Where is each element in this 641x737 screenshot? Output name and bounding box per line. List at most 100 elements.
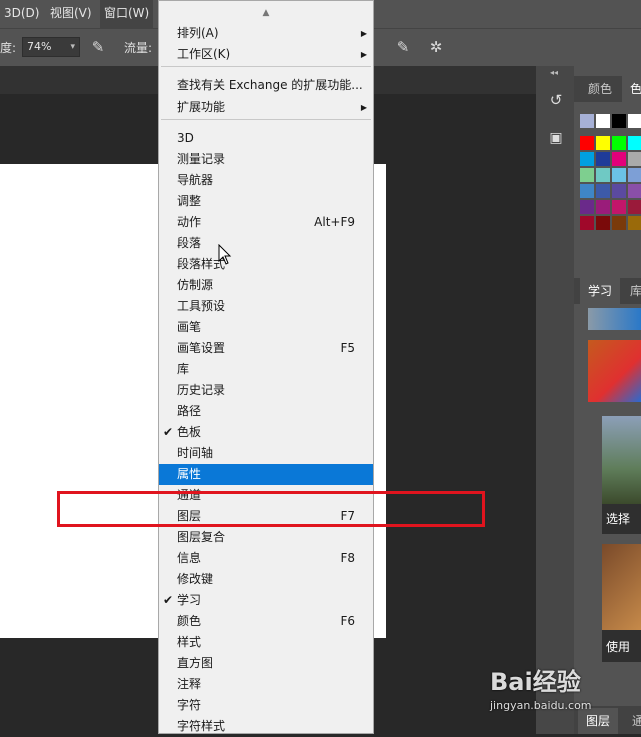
menu-item[interactable]: 查找有关 Exchange 的扩展功能...	[159, 75, 373, 96]
menu-item-label: 工作区(K)	[177, 47, 231, 61]
symmetry-icon[interactable]: ✲	[426, 37, 446, 57]
learn-thumbnail[interactable]	[588, 340, 641, 402]
mouse-cursor-icon	[218, 244, 232, 265]
menu-item-label: 扩展功能	[177, 100, 226, 114]
menu-window[interactable]: 窗口(W)	[100, 0, 154, 28]
menu-item[interactable]: 颜色 F6	[159, 611, 373, 632]
menu-item-label: 历史记录	[177, 383, 226, 397]
learn-card-image	[602, 544, 641, 630]
menu-item-label: 时间轴	[177, 446, 214, 460]
submenu-arrow-icon: ▶	[360, 50, 367, 59]
menu-item[interactable]: 工作区(K) ▶	[159, 44, 373, 65]
menu-item[interactable]: 样式	[159, 632, 373, 653]
menu-item[interactable]: 3D	[159, 128, 373, 149]
menu-item[interactable]: 库	[159, 359, 373, 380]
menu-item[interactable]: 修改键	[159, 569, 373, 590]
submenu-arrow-icon: ▶	[360, 103, 367, 112]
annotation-highlight-box	[57, 491, 485, 527]
menu-item-label: 属性	[177, 467, 202, 481]
tab-learn[interactable]: 学习	[580, 278, 621, 304]
learn-card-image	[602, 416, 641, 504]
menu-item-label: 路径	[177, 404, 202, 418]
right-panel: 颜色 色 学习 库 选择 使用 图层 通	[574, 66, 641, 734]
menu-item[interactable]: 时间轴	[159, 443, 373, 464]
3d-panel-icon[interactable]: ▣	[544, 126, 568, 150]
checkmark-icon: ✔	[163, 593, 174, 607]
tab-library-partial[interactable]: 库	[622, 278, 641, 304]
swatches-grid	[580, 114, 641, 230]
menu-item[interactable]: 排列(A) ▶	[159, 23, 373, 44]
menu-item[interactable]: 段落样式	[159, 254, 373, 275]
menu-item-label: 工具预设	[177, 299, 226, 313]
menu-item[interactable]: 画笔设置 F5	[159, 338, 373, 359]
menu-item-label: 排列(A)	[177, 26, 219, 40]
menu-item[interactable]: 段落	[159, 233, 373, 254]
menu-item-label: 图层复合	[177, 530, 226, 544]
checkmark-icon: ✔	[163, 425, 174, 439]
learn-card[interactable]: 选择	[602, 416, 641, 534]
panel-icon-strip: ◂◂ ↺ ▣	[536, 66, 574, 734]
swatch[interactable]	[596, 114, 610, 128]
menu-item[interactable]: 调整	[159, 191, 373, 212]
opacity-value: 74%	[27, 40, 52, 53]
menu-item-label: 库	[177, 362, 190, 376]
menu-item-shortcut: Alt+F9	[314, 215, 355, 229]
menu-item[interactable]: 属性	[159, 464, 373, 485]
menu-item[interactable]: 导航器	[159, 170, 373, 191]
menu-item-label: 信息	[177, 551, 202, 565]
menu-item-shortcut: F6	[340, 614, 355, 628]
menu-item-label: 导航器	[177, 173, 214, 187]
menu-item-label: 动作	[177, 215, 202, 229]
opacity-input[interactable]: 74% ▾	[22, 37, 80, 57]
menu-item[interactable]: 注释	[159, 674, 373, 695]
menu-item-label: 注释	[177, 677, 202, 691]
menu-item[interactable]: ✔ 色板	[159, 422, 373, 443]
menu-item-label: 颜色	[177, 614, 202, 628]
menu-item-label: 段落	[177, 236, 202, 250]
menu-separator	[161, 66, 371, 67]
menu-item[interactable]: 字符	[159, 695, 373, 716]
learn-card-title: 选择	[606, 512, 631, 526]
menu-item-label: 样式	[177, 635, 202, 649]
scroll-up-icon[interactable]: ▲	[159, 3, 373, 23]
learn-tabs: 学习 库	[574, 278, 641, 304]
window-menu-dropdown: ▲ 排列(A) ▶ 工作区(K) ▶ 查找有关 Exchange 的扩展功能... 扩展功…	[158, 0, 374, 734]
menu-item[interactable]: 工具预设	[159, 296, 373, 317]
menu-item-label: 修改键	[177, 572, 214, 586]
menu-view[interactable]: 视图(V)	[50, 0, 92, 28]
menu-item-label: 仿制源	[177, 278, 214, 292]
menu-item[interactable]: 直方图	[159, 653, 373, 674]
menu-item-label: 字符	[177, 698, 202, 712]
watermark: Bai经验 jingyan.baidu.com	[490, 662, 640, 722]
menu-item[interactable]: 历史记录	[159, 380, 373, 401]
learn-thumbnail[interactable]	[588, 308, 641, 330]
chevron-down-icon: ▾	[70, 42, 75, 52]
menu-item[interactable]: 仿制源	[159, 275, 373, 296]
learn-card-title: 使用	[606, 640, 631, 654]
menu-item-label: 色板	[177, 425, 202, 439]
history-panel-icon[interactable]: ↺	[544, 88, 568, 112]
menu-3d[interactable]: 3D(D)	[4, 0, 39, 28]
menu-item[interactable]: 动作 Alt+F9	[159, 212, 373, 233]
menu-item[interactable]: 信息 F8	[159, 548, 373, 569]
swatch[interactable]	[612, 114, 626, 128]
menu-separator	[161, 119, 371, 120]
tab-color[interactable]: 颜色	[580, 76, 620, 102]
menu-item[interactable]: 扩展功能 ▶	[159, 97, 373, 118]
tab-color-partial[interactable]: 色	[622, 76, 641, 102]
collapse-icon[interactable]: ◂◂	[550, 68, 558, 77]
watermark-url: jingyan.baidu.com	[490, 699, 592, 712]
menu-item[interactable]: 图层复合	[159, 527, 373, 548]
menu-item[interactable]: 测量记录	[159, 149, 373, 170]
menu-item[interactable]: 路径	[159, 401, 373, 422]
menu-item[interactable]: 画笔	[159, 317, 373, 338]
menu-item-shortcut: F5	[340, 341, 355, 355]
airbrush-icon[interactable]: ✎	[393, 37, 413, 57]
pressure-opacity-icon[interactable]: ✎	[88, 37, 108, 57]
menu-item[interactable]: ✔ 学习	[159, 590, 373, 611]
swatch[interactable]	[628, 114, 641, 128]
learn-card[interactable]: 使用	[602, 544, 641, 662]
swatch[interactable]	[580, 114, 594, 128]
watermark-brand: Bai经验	[490, 668, 581, 696]
menu-item-label: 直方图	[177, 656, 214, 670]
